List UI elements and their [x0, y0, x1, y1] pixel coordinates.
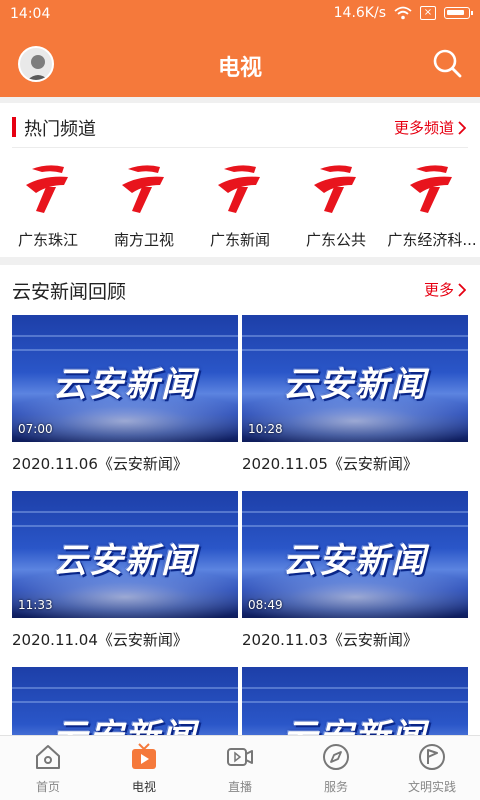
video-thumbnail[interactable]: 云安新闻 [12, 667, 238, 735]
channel-item[interactable]: 广东新闻 [192, 161, 288, 251]
video-duration: 10:28 [248, 422, 283, 436]
channel-logo-icon [122, 165, 164, 213]
thumb-streak [242, 701, 468, 703]
more-news-label: 更多 [423, 281, 454, 299]
thumb-streak [12, 335, 238, 337]
channel-item[interactable]: 南方卫视 [96, 161, 192, 251]
compass-icon [323, 744, 349, 770]
channel-item[interactable]: 广东公共 [288, 161, 384, 251]
nav-item-service[interactable]: 服务 [288, 736, 384, 800]
video-duration: 07:00 [18, 422, 53, 436]
channel-name: 南方卫视 [113, 231, 174, 249]
channel-logo-icon [218, 165, 260, 213]
battery-icon [444, 7, 473, 19]
section-divider [0, 257, 480, 265]
video-caption[interactable]: 2020.11.03《云安新闻》 [242, 629, 418, 650]
more-channels-link[interactable]: 更多频道 [394, 117, 466, 138]
video-caption[interactable]: 2020.11.06《云安新闻》 [12, 453, 188, 474]
network-speed: 14.6K/s [333, 5, 386, 21]
thumb-streak [242, 687, 468, 689]
thumbnail-title: 云安新闻 [53, 541, 197, 581]
home-icon [36, 745, 60, 769]
channel-item[interactable]: 广东珠江 [0, 161, 96, 251]
thumbnail-title: 云安新闻 [283, 541, 427, 581]
video-thumbnail[interactable]: 云安新闻 10:28 [242, 315, 468, 442]
section-marker [12, 117, 16, 137]
more-channels-label: 更多频道 [393, 119, 454, 137]
video-thumbnail[interactable]: 云安新闻 07:00 [12, 315, 238, 442]
thumb-streak [12, 525, 238, 527]
nav-label: 文明实践 [407, 780, 456, 794]
hot-channels-header: 热门频道 更多频道 [0, 115, 480, 141]
more-news-link[interactable]: 更多 [424, 279, 466, 300]
channel-logo-icon [26, 165, 68, 213]
nav-item-home[interactable]: 首页 [0, 736, 96, 800]
hot-channels-section: 热门频道 更多频道 广东珠江 南方卫视 广东新闻 广东公共 广东经济科... [0, 103, 480, 257]
thumb-streak [242, 511, 468, 513]
chevron-right-icon [458, 120, 466, 135]
status-icons: 14.6K/s × [333, 5, 473, 21]
channel-list: 广东珠江 南方卫视 广东新闻 广东公共 广东经济科... [0, 161, 480, 251]
nav-item-civilization[interactable]: 文明实践 [384, 736, 480, 800]
thumb-streak [242, 349, 468, 351]
flag-icon [419, 744, 445, 770]
nav-item-tv[interactable]: 电视 [96, 736, 192, 800]
thumb-streak [12, 349, 238, 351]
video-duration: 08:49 [248, 598, 283, 612]
channel-logo-icon [314, 165, 356, 213]
video-camera-icon [227, 748, 253, 766]
thumb-streak [12, 701, 238, 703]
video-thumbnail[interactable]: 云安新闻 08:49 [242, 491, 468, 618]
nav-label: 服务 [323, 780, 348, 794]
channel-name: 广东珠江 [17, 231, 78, 249]
nav-label: 首页 [35, 780, 60, 794]
divider [12, 147, 468, 148]
thumb-streak [242, 525, 468, 527]
thumbnail-title: 云安新闻 [53, 365, 197, 405]
thumbnail-title: 云安新闻 [283, 365, 427, 405]
video-duration: 11:33 [18, 598, 53, 612]
thumbnail-title: 云安新闻 [12, 709, 238, 735]
channel-item[interactable]: 广东经济科... [384, 161, 480, 251]
hot-channels-title: 热门频道 [24, 119, 96, 140]
chevron-right-icon [458, 282, 466, 297]
channel-name: 广东公共 [305, 231, 366, 249]
status-time: 14:04 [10, 6, 51, 22]
search-icon[interactable] [430, 46, 464, 80]
bottom-nav: 首页 电视 直播 服务 文明实践 [0, 735, 480, 800]
video-caption[interactable]: 2020.11.05《云安新闻》 [242, 453, 418, 474]
video-caption[interactable]: 2020.11.04《云安新闻》 [12, 629, 188, 650]
nav-label: 直播 [227, 780, 252, 794]
channel-name: 广东新闻 [209, 231, 270, 249]
thumb-streak [12, 511, 238, 513]
news-review-title: 云安新闻回顾 [12, 281, 127, 303]
channel-logo-icon [410, 165, 452, 213]
page-title: 电视 [217, 56, 262, 81]
tv-play-icon [132, 743, 156, 769]
thumb-streak [12, 687, 238, 689]
thumb-streak [242, 335, 468, 337]
wifi-icon [394, 6, 412, 20]
status-bar: 14:04 14.6K/s × [0, 0, 480, 28]
thumbnail-title: 云安新闻 [242, 709, 468, 735]
no-sim-icon: × [420, 6, 436, 20]
news-review-section: 云安新闻回顾 更多 云安新闻 07:00 2020.11.06《云安新闻》 云安… [0, 265, 480, 735]
video-thumbnail[interactable]: 云安新闻 [242, 667, 468, 735]
nav-item-live[interactable]: 直播 [192, 736, 288, 800]
channel-name: 广东经济科... [387, 231, 477, 249]
video-thumbnail[interactable]: 云安新闻 11:33 [12, 491, 238, 618]
app-header: 14:04 14.6K/s × 电视 [0, 0, 480, 97]
title-bar: 电视 [0, 28, 480, 97]
nav-label: 电视 [131, 780, 156, 794]
